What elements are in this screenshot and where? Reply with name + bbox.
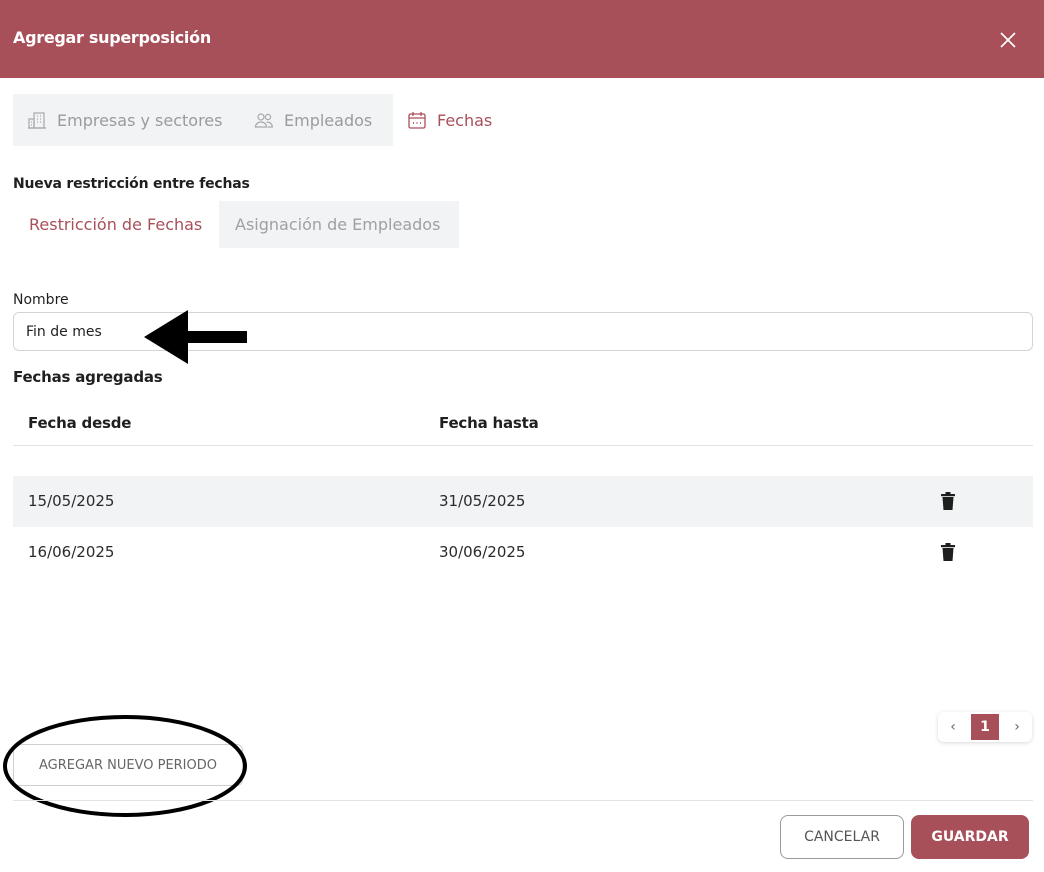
pagination-page-1[interactable]: 1 (971, 714, 999, 740)
footer-divider (13, 800, 1033, 801)
trash-icon[interactable] (941, 492, 955, 510)
dates-table: Fecha desde Fecha hasta 15/05/2025 31/05… (13, 400, 1033, 578)
subtab-asignacion-empleados[interactable]: Asignación de Empleados (219, 201, 459, 248)
table-header: Fecha desde Fecha hasta (13, 400, 1033, 446)
subtab-restriccion-fechas[interactable]: Restricción de Fechas (13, 201, 219, 248)
close-button[interactable] (996, 28, 1020, 52)
calendar-icon (407, 110, 427, 130)
ellipse-annotation (3, 715, 247, 817)
save-button[interactable]: GUARDAR (911, 815, 1029, 859)
tab-label: Fechas (437, 110, 493, 130)
pagination: ‹ 1 › (938, 712, 1032, 742)
added-dates-heading: Fechas agregadas (13, 368, 163, 386)
table-spacer (13, 446, 1033, 476)
column-header-from: Fecha desde (28, 414, 132, 432)
cell-to: 30/06/2025 (439, 543, 526, 561)
main-tabs: Empresas y sectores Empleados Fechas (13, 94, 523, 146)
column-header-to: Fecha hasta (439, 414, 539, 432)
dialog-title: Agregar superposición (13, 28, 211, 47)
name-label: Nombre (13, 292, 69, 308)
cancel-button[interactable]: CANCELAR (780, 815, 904, 859)
cell-from: 15/05/2025 (28, 492, 115, 510)
cell-from: 16/06/2025 (28, 543, 115, 561)
tab-empleados[interactable]: Empleados (240, 94, 393, 146)
building-icon (27, 110, 47, 130)
tab-empresas-sectores[interactable]: Empresas y sectores (13, 94, 240, 146)
tab-label: Empleados (284, 110, 373, 130)
table-row: 16/06/2025 30/06/2025 (13, 527, 1033, 578)
pagination-next-button[interactable]: › (1010, 719, 1024, 735)
tab-fechas[interactable]: Fechas (393, 94, 523, 146)
dialog-header: Agregar superposición (0, 0, 1044, 78)
table-row: 15/05/2025 31/05/2025 (13, 476, 1033, 527)
users-icon (254, 110, 274, 130)
trash-icon[interactable] (941, 543, 955, 561)
pagination-prev-button[interactable]: ‹ (946, 719, 960, 735)
close-icon (1000, 32, 1016, 48)
cell-to: 31/05/2025 (439, 492, 526, 510)
arrow-annotation (144, 310, 247, 364)
tab-label: Empresas y sectores (57, 110, 223, 130)
sub-tabs: Restricción de Fechas Asignación de Empl… (13, 201, 459, 248)
section-heading: Nueva restricción entre fechas (13, 176, 250, 192)
